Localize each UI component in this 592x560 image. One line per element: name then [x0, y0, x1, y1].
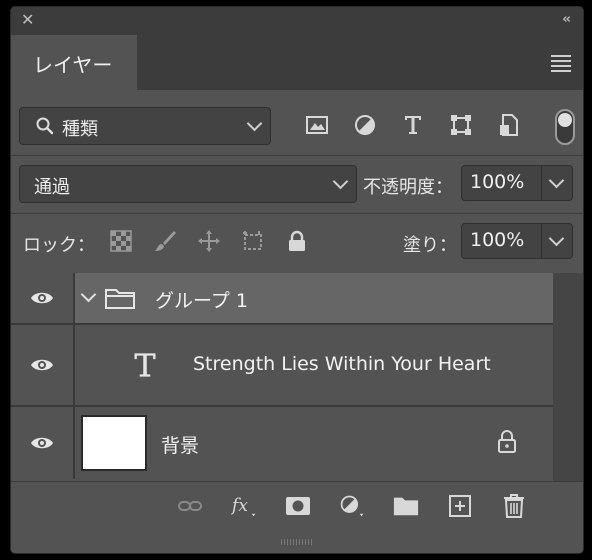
tab-layers-label: レイヤー: [33, 53, 113, 77]
chevron-down-icon[interactable]: [80, 286, 97, 303]
divider: [11, 155, 583, 156]
lock-all-icon[interactable]: [285, 229, 309, 253]
opacity-dropdown-button[interactable]: [541, 166, 572, 200]
chevron-down-icon: [548, 230, 565, 247]
resize-gripper[interactable]: [281, 539, 313, 545]
chevron-down-icon: [246, 115, 263, 132]
lock-transparent-pixels-icon[interactable]: [109, 229, 133, 253]
lock-icon: [498, 430, 516, 453]
eye-icon[interactable]: [30, 357, 54, 373]
new-layer-icon[interactable]: [447, 493, 473, 519]
eye-icon[interactable]: [30, 290, 54, 306]
svg-text:fx: fx: [231, 496, 248, 516]
fill-label: 塗り：: [403, 235, 457, 256]
filter-kind-label: 種類: [62, 119, 98, 140]
layer-name[interactable]: Strength Lies Within Your Heart: [193, 353, 491, 375]
link-layers-icon[interactable]: [177, 493, 203, 519]
opacity-label: 不透明度：: [363, 177, 453, 198]
visibility-column: [11, 273, 75, 323]
adjustment-filter-icon[interactable]: [353, 113, 377, 137]
visibility-column: [11, 325, 75, 405]
eye-icon[interactable]: [30, 435, 54, 451]
new-group-folder-icon[interactable]: [393, 493, 419, 519]
visibility-column: [11, 407, 75, 479]
delete-layer-icon[interactable]: [501, 493, 527, 519]
opacity-value: 100%: [470, 171, 525, 193]
smart-object-filter-icon[interactable]: [497, 113, 521, 137]
search-icon: [36, 117, 54, 135]
fill-field[interactable]: 100%: [461, 223, 573, 259]
divider: [11, 213, 583, 214]
fill-dropdown-button[interactable]: [541, 224, 572, 258]
layer-row-background[interactable]: 背景: [11, 407, 553, 479]
layers-panel: ✕ ‹‹ レイヤー 種類 通過 不透明度： 100% ロック： 塗り： 100%…: [10, 6, 584, 554]
add-mask-icon[interactable]: [285, 493, 311, 519]
chevron-down-icon: [332, 173, 349, 190]
blend-mode-select[interactable]: 通過: [19, 165, 357, 203]
lock-image-pixels-icon[interactable]: [153, 229, 177, 253]
layers-list: グループ 1 Strength Lies Within Your Heart 背…: [11, 273, 583, 481]
collapse-panel-icon[interactable]: ‹‹: [562, 12, 571, 27]
lock-label: ロック：: [23, 235, 95, 256]
layer-row-highlight: グループ 1: [75, 273, 553, 323]
type-filter-icon[interactable]: [401, 113, 425, 137]
image-filter-icon[interactable]: [305, 113, 329, 137]
opacity-field[interactable]: 100%: [461, 165, 573, 201]
lock-artboard-icon[interactable]: [241, 229, 265, 253]
scrollbar[interactable]: [553, 273, 583, 481]
lock-position-icon[interactable]: [197, 229, 221, 253]
panel-menu-icon[interactable]: [551, 55, 571, 75]
chevron-down-icon: [548, 172, 565, 189]
tab-layers[interactable]: レイヤー: [11, 35, 137, 90]
new-adjustment-layer-icon[interactable]: [339, 493, 365, 519]
folder-icon: [105, 289, 135, 309]
close-icon[interactable]: ✕: [21, 12, 34, 28]
layer-row-group[interactable]: グループ 1: [11, 273, 553, 325]
layer-thumbnail[interactable]: [81, 415, 147, 471]
layer-style-fx-icon[interactable]: fx: [231, 493, 257, 519]
layer-name[interactable]: グループ 1: [155, 286, 248, 313]
text-layer-icon: [134, 353, 156, 377]
panel-tabbar: レイヤー: [11, 35, 583, 90]
layer-name[interactable]: 背景: [161, 431, 199, 458]
blend-mode-label: 通過: [34, 177, 70, 198]
filter-toggle[interactable]: [555, 109, 575, 145]
layer-row-text[interactable]: Strength Lies Within Your Heart: [11, 325, 553, 407]
panel-titlebar: ✕ ‹‹: [11, 7, 583, 35]
filter-kind-select[interactable]: 種類: [19, 107, 271, 145]
shape-filter-icon[interactable]: [449, 113, 473, 137]
fill-value: 100%: [470, 229, 525, 251]
